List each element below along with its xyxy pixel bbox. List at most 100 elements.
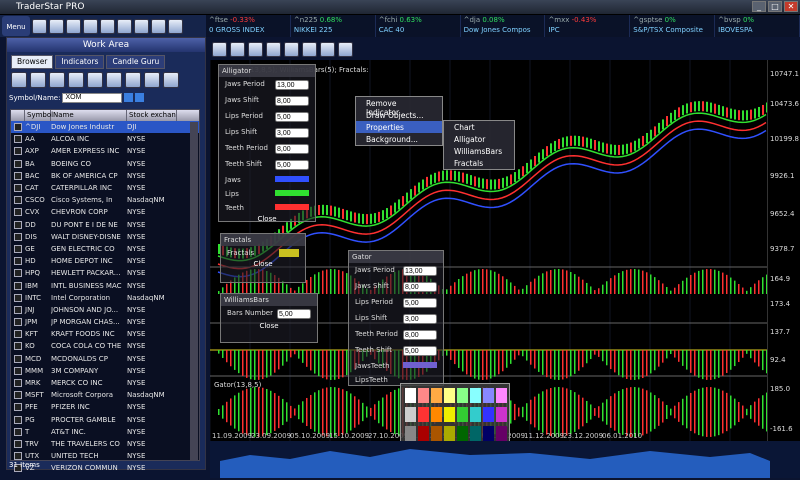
col-name[interactable]: Name — [51, 110, 127, 121]
browser-tool-icon[interactable] — [49, 72, 65, 88]
palette-swatch[interactable] — [418, 426, 429, 441]
fractals-color-swatch[interactable] — [279, 249, 299, 257]
param-input[interactable] — [275, 160, 309, 170]
table-row[interactable]: CVX CHEVRON CORP NYSE — [11, 206, 199, 218]
row-checkbox[interactable] — [14, 415, 22, 424]
row-checkbox[interactable] — [14, 159, 22, 168]
browser-tool-icon[interactable] — [87, 72, 103, 88]
chart-tool-icon[interactable] — [338, 41, 353, 57]
palette-swatch[interactable] — [470, 388, 481, 403]
palette-swatch[interactable] — [431, 407, 442, 422]
param-input[interactable] — [275, 144, 309, 154]
palette-swatch[interactable] — [496, 426, 507, 441]
row-checkbox[interactable] — [14, 342, 22, 351]
chart-tool-icon[interactable] — [230, 41, 245, 57]
ticker-item[interactable]: ^n225 0.68% NIKKEI 225 — [291, 15, 376, 37]
row-checkbox[interactable] — [14, 257, 22, 266]
close-button[interactable]: Close — [219, 215, 315, 223]
search-icon[interactable] — [135, 93, 145, 102]
param-input[interactable] — [403, 298, 437, 308]
palette-swatch[interactable] — [405, 426, 416, 441]
tool-icon[interactable] — [66, 18, 81, 34]
table-row[interactable]: CSCO Cisco Systems, In NasdaqNM — [11, 194, 199, 206]
table-row[interactable]: CAT CATERPILLAR INC NYSE — [11, 182, 199, 194]
ticker-item[interactable]: ^bvsp 0% IBOVESPA — [715, 15, 800, 37]
menu-item[interactable]: Draw Objects... — [356, 109, 442, 121]
palette-swatch[interactable] — [444, 388, 455, 403]
table-row[interactable]: MCD MCDONALDS CP NYSE — [11, 353, 199, 365]
table-row[interactable]: AA ALCOA INC NYSE — [11, 133, 199, 145]
chart-tool-icon[interactable] — [266, 41, 281, 57]
palette-swatch[interactable] — [470, 426, 481, 441]
tool-icon[interactable] — [151, 18, 166, 34]
lips-color-swatch[interactable] — [275, 190, 309, 196]
row-checkbox[interactable] — [14, 208, 22, 217]
bars-number-input[interactable] — [277, 309, 311, 319]
browser-tool-icon[interactable] — [106, 72, 122, 88]
palette-swatch[interactable] — [444, 407, 455, 422]
palette-swatch[interactable] — [496, 407, 507, 422]
add-icon[interactable] — [124, 93, 134, 102]
close-button[interactable]: Close — [221, 322, 317, 330]
palette-swatch[interactable] — [470, 407, 481, 422]
row-checkbox[interactable] — [14, 232, 22, 241]
col-exchange[interactable]: Stock exchan — [127, 110, 177, 121]
palette-swatch[interactable] — [483, 388, 494, 403]
palette-swatch[interactable] — [457, 388, 468, 403]
table-row[interactable]: KO COCA COLA CO THE NYSE — [11, 340, 199, 352]
row-checkbox[interactable] — [14, 379, 22, 388]
ticker-item[interactable]: ^fchi 0.63% CAC 40 — [376, 15, 461, 37]
row-checkbox[interactable] — [14, 439, 22, 448]
tool-icon[interactable] — [83, 18, 98, 34]
jawsteeth-color-swatch[interactable] — [403, 362, 437, 368]
browser-tool-icon[interactable] — [30, 72, 46, 88]
symbol-input[interactable] — [62, 92, 123, 103]
row-checkbox[interactable] — [14, 147, 22, 156]
table-row[interactable]: JPM JP MORGAN CHAS... NYSE — [11, 316, 199, 328]
ticker-item[interactable]: ^gsptse 0% S&P/TSX Composite — [630, 15, 716, 37]
jaws-color-swatch[interactable] — [275, 176, 309, 182]
table-row[interactable]: AXP AMER EXPRESS INC NYSE — [11, 145, 199, 157]
chart-tool-icon[interactable] — [212, 41, 227, 57]
row-checkbox[interactable] — [14, 427, 22, 436]
palette-swatch[interactable] — [418, 388, 429, 403]
palette-swatch[interactable] — [431, 426, 442, 441]
table-row[interactable]: PG PROCTER GAMBLE NYSE — [11, 414, 199, 426]
row-checkbox[interactable] — [14, 452, 22, 461]
param-input[interactable] — [403, 330, 437, 340]
row-checkbox[interactable] — [14, 123, 22, 132]
row-checkbox[interactable] — [14, 403, 22, 412]
browser-tool-icon[interactable] — [68, 72, 84, 88]
browser-tool-icon[interactable] — [144, 72, 160, 88]
row-checkbox[interactable] — [14, 305, 22, 314]
col-symbol[interactable]: Symbol — [25, 110, 53, 121]
submenu-item[interactable]: WilliamsBars — [444, 145, 514, 157]
table-row[interactable]: T AT&T INC. NYSE — [11, 426, 199, 438]
close-button[interactable]: Close — [221, 260, 305, 268]
tool-icon[interactable] — [117, 18, 132, 34]
row-checkbox[interactable] — [14, 244, 22, 253]
table-row[interactable]: DD DU PONT E I DE NE NYSE — [11, 219, 199, 231]
row-checkbox[interactable] — [14, 171, 22, 180]
row-checkbox[interactable] — [14, 220, 22, 229]
ticker-item[interactable]: ^mxx -0.43% IPC — [545, 15, 631, 37]
menu-item[interactable]: Background... — [356, 133, 442, 145]
row-checkbox[interactable] — [14, 318, 22, 327]
row-checkbox[interactable] — [14, 196, 22, 205]
table-row[interactable]: MRK MERCK CO INC NYSE — [11, 377, 199, 389]
table-scrollbar[interactable] — [190, 122, 198, 460]
tool-icon[interactable] — [32, 18, 47, 34]
row-checkbox[interactable] — [14, 391, 22, 400]
palette-swatch[interactable] — [405, 388, 416, 403]
browser-tool-icon[interactable] — [163, 72, 179, 88]
table-row[interactable]: IBM INTL BUSINESS MAC NYSE — [11, 279, 199, 291]
tool-icon[interactable] — [134, 18, 149, 34]
palette-swatch[interactable] — [457, 426, 468, 441]
tab-indicators[interactable]: Indicators — [55, 55, 105, 69]
browser-tool-icon[interactable] — [125, 72, 141, 88]
minimize-button[interactable]: _ — [752, 1, 766, 12]
row-checkbox[interactable] — [14, 354, 22, 363]
chart-tool-icon[interactable] — [302, 41, 317, 57]
palette-swatch[interactable] — [483, 407, 494, 422]
teeth-color-swatch[interactable] — [275, 204, 309, 210]
